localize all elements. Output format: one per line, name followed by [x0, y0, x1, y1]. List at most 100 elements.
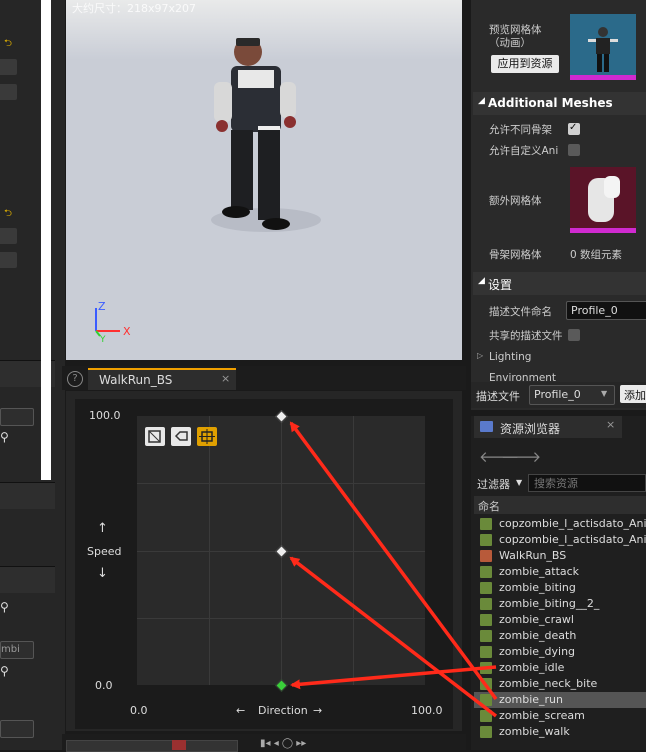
- tab-walkrun-bs[interactable]: WalkRun_BS ×: [88, 368, 236, 390]
- reset-icon[interactable]: ⮌: [4, 206, 12, 223]
- asset-list-item[interactable]: zombie_run: [474, 692, 646, 708]
- animation-asset-icon: [480, 534, 492, 546]
- allow-diff-skeleton-label: 允许不同骨架: [489, 124, 552, 136]
- timeline-scrubber[interactable]: [172, 740, 186, 750]
- profile-select-value: Profile_0: [534, 388, 581, 401]
- left-dropdown[interactable]: mbi: [0, 641, 34, 659]
- profile-label: 描述文件: [476, 390, 520, 403]
- asset-list-item[interactable]: zombie_crawl: [474, 612, 646, 628]
- asset-list-item[interactable]: zombie_neck_bite: [474, 676, 646, 692]
- collapse-arrow-icon: ◢: [478, 276, 485, 286]
- y-down-arrow-icon: ↓: [97, 566, 108, 581]
- y-min-label: 0.0: [95, 679, 113, 692]
- expand-arrow-icon[interactable]: ▷: [477, 351, 483, 360]
- grid-snap-icon[interactable]: [145, 427, 165, 446]
- y-max-label: 100.0: [89, 409, 121, 422]
- x-axis-label: Direction: [258, 704, 308, 717]
- search-icon[interactable]: ⚲: [0, 600, 9, 614]
- asset-list-item-label: zombie_biting__2_: [499, 597, 600, 610]
- playback-controls-icon[interactable]: ▮◂ ◂ ◯ ▸▸: [260, 738, 306, 749]
- tab-content-browser[interactable]: 资源浏览器 ×: [474, 416, 622, 438]
- asset-list-item-label: copzombie_l_actisdato_Ani: [499, 533, 646, 546]
- thumbnail-type-bar: [570, 228, 636, 233]
- axis-z-label: Z: [98, 300, 106, 313]
- left-field[interactable]: [0, 84, 17, 100]
- x-min-label: 0.0: [130, 704, 148, 717]
- preview-viewport[interactable]: 大约尺寸：218x97x207 Z X Y: [66, 0, 462, 360]
- asset-list-item-label: copzombie_l_actisdato_Ani: [499, 517, 646, 530]
- tab-walkrun-bs-label: WalkRun_BS: [99, 373, 173, 387]
- column-name-label: 命名: [478, 500, 500, 513]
- apply-to-asset-button[interactable]: 应用到资源: [491, 55, 559, 73]
- asset-list-item-label: zombie_attack: [499, 565, 580, 578]
- profile-name-input[interactable]: Profile_0: [566, 301, 646, 320]
- x-right-arrow-icon: →: [313, 704, 323, 717]
- asset-list-item[interactable]: WalkRun_BS: [474, 548, 646, 564]
- allow-custom-anim-checkbox[interactable]: [568, 144, 580, 156]
- preview-mesh-label: 预览网格体 （动画）: [489, 24, 542, 49]
- extra-mesh-label: 额外网格体: [489, 195, 542, 207]
- left-field[interactable]: [0, 59, 17, 75]
- column-header[interactable]: 命名: [474, 496, 646, 514]
- close-icon[interactable]: ×: [221, 372, 230, 385]
- asset-list-item-label: WalkRun_BS: [499, 549, 567, 562]
- asset-list-item[interactable]: copzombie_l_actisdato_Ani: [474, 532, 646, 548]
- forward-arrow-icon[interactable]: 🡒: [501, 447, 541, 466]
- search-icon[interactable]: ⚲: [0, 430, 9, 444]
- search-icon[interactable]: ⚲: [0, 664, 9, 678]
- preview-mesh-thumbnail[interactable]: [570, 14, 636, 80]
- reset-icon[interactable]: ⮌: [4, 36, 12, 53]
- help-icon[interactable]: ?: [67, 371, 83, 387]
- left-dropdown-text: mbi: [1, 644, 20, 655]
- x-left-arrow-icon: ←: [236, 704, 246, 717]
- left-field[interactable]: [0, 252, 17, 268]
- profile-select[interactable]: Profile_0 ▼: [529, 385, 615, 405]
- extra-mesh-thumbnail[interactable]: [570, 167, 636, 233]
- shared-profile-checkbox[interactable]: [568, 329, 580, 341]
- asset-list-item-label: zombie_biting: [499, 581, 576, 594]
- shared-profile-label: 共享的描述文件: [489, 330, 563, 342]
- label-toggle-icon[interactable]: [171, 427, 191, 446]
- axis-x-label: X: [123, 325, 131, 338]
- left-section-bar: [0, 566, 55, 593]
- asset-list-item-label: zombie_death: [499, 629, 577, 642]
- asset-list-item[interactable]: zombie_scream: [474, 708, 646, 724]
- add-profile-label: 添加: [624, 389, 646, 402]
- left-dropdown[interactable]: [0, 408, 34, 426]
- asset-list-item[interactable]: zombie_idle: [474, 660, 646, 676]
- left-dropdown[interactable]: [0, 720, 34, 738]
- allow-diff-skeleton-checkbox[interactable]: ✓: [568, 122, 580, 135]
- asset-list-item-label: zombie_dying: [499, 645, 576, 658]
- search-assets-input[interactable]: [528, 474, 646, 492]
- profile-name-value: Profile_0: [571, 304, 618, 317]
- additional-meshes-header[interactable]: ◢ Additional Meshes: [473, 92, 646, 115]
- filter-chevron-icon[interactable]: ▼: [516, 478, 522, 487]
- allow-custom-anim-label: 允许自定义Ani: [489, 145, 559, 157]
- filter-button[interactable]: 过滤器: [477, 476, 510, 492]
- x-max-label: 100.0: [411, 704, 443, 717]
- asset-list-item[interactable]: zombie_biting__2_: [474, 596, 646, 612]
- animation-asset-icon: [480, 566, 492, 578]
- asset-list-item[interactable]: zombie_dying: [474, 644, 646, 660]
- asset-list-item[interactable]: zombie_death: [474, 628, 646, 644]
- asset-list-item[interactable]: zombie_biting: [474, 580, 646, 596]
- fit-view-icon[interactable]: [197, 427, 217, 446]
- collapse-arrow-icon: ◢: [478, 96, 485, 106]
- left-scroll-track[interactable]: [41, 0, 51, 480]
- left-field[interactable]: [0, 228, 17, 244]
- asset-list-item[interactable]: copzombie_l_actisdato_Ani: [474, 516, 646, 532]
- close-icon[interactable]: ×: [606, 418, 615, 431]
- asset-list-item[interactable]: zombie_attack: [474, 564, 646, 580]
- y-up-arrow-icon: ↑: [97, 521, 108, 536]
- y-axis-label: Speed: [87, 545, 122, 558]
- animation-asset-icon: [480, 630, 492, 642]
- add-profile-button[interactable]: 添加: [620, 385, 646, 403]
- settings-header[interactable]: ◢ 设置: [473, 272, 646, 295]
- lighting-section[interactable]: Lighting: [489, 351, 531, 363]
- environment-section[interactable]: Environment: [473, 372, 646, 382]
- asset-list-item-label: zombie_crawl: [499, 613, 574, 626]
- timeline-bar[interactable]: [66, 740, 238, 752]
- asset-list-item[interactable]: zombie_walk: [474, 724, 646, 740]
- grid-line: [137, 483, 425, 484]
- mesh-cylinder-icon: [588, 176, 620, 222]
